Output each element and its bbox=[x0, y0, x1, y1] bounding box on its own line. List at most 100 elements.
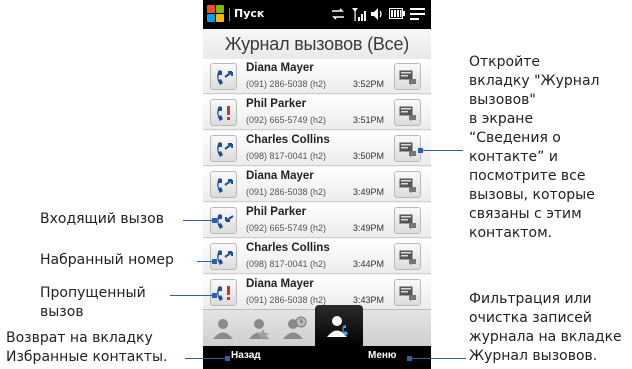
annotation-line: посмотрите все bbox=[469, 168, 586, 184]
tab-recent[interactable] bbox=[277, 310, 313, 347]
send-message-button[interactable] bbox=[394, 207, 421, 234]
annotation-back: Возврат на вкладку Избранные контакты. bbox=[6, 329, 167, 367]
annotation-line: вкладку "Журнал bbox=[469, 73, 600, 89]
send-message-button[interactable] bbox=[394, 279, 421, 306]
recent-icon bbox=[283, 316, 307, 339]
phone-screen: Пуск Журнал вызовов (Все) Diana Mayer (0… bbox=[203, 0, 431, 369]
phone-number: (091) 286-5038 (h2) bbox=[246, 79, 327, 89]
sync-icon bbox=[332, 8, 344, 20]
phone-number: (091) 286-5038 (h2) bbox=[246, 187, 327, 197]
contact-name: Phil Parker bbox=[246, 206, 307, 218]
annotation-line: контакте” и bbox=[469, 149, 558, 165]
callout-marker bbox=[212, 293, 217, 298]
annotation-missed: Пропущенный вызов bbox=[40, 284, 146, 322]
callout-marker bbox=[212, 259, 217, 264]
annotation-line: Фильтрация или bbox=[469, 291, 592, 307]
annotation-line: Откройте bbox=[469, 54, 540, 70]
phone-number: (092) 665-5749 (h2) bbox=[246, 115, 327, 125]
call-time: 3:44PM bbox=[353, 259, 385, 269]
tab-favorites[interactable] bbox=[241, 310, 277, 347]
tab-call-history[interactable] bbox=[315, 305, 363, 347]
tab-bar bbox=[203, 305, 431, 347]
volume-icon bbox=[371, 8, 382, 20]
annotation-line: связаны с этим bbox=[469, 206, 582, 222]
status-separator bbox=[229, 8, 230, 21]
annotation-line: Журнал вызовов. bbox=[469, 348, 598, 364]
callout-line bbox=[170, 295, 214, 296]
menu-softkey[interactable]: Меню bbox=[368, 350, 396, 361]
annotation-line: “Сведения о bbox=[469, 130, 561, 146]
contact-card-icon bbox=[213, 319, 233, 339]
annotation-line: Пропущенный bbox=[40, 285, 146, 301]
call-time: 3:52PM bbox=[353, 79, 385, 89]
callout-marker bbox=[407, 356, 412, 361]
annotation-line: очистка записей bbox=[469, 310, 592, 326]
annotation-line: вызовы, которые bbox=[469, 187, 595, 203]
call-time: 3:51PM bbox=[353, 115, 385, 125]
start-label[interactable]: Пуск bbox=[234, 7, 264, 20]
outgoing-call-icon[interactable] bbox=[210, 171, 237, 198]
call-time: 3:49PM bbox=[353, 223, 385, 233]
send-message-button[interactable] bbox=[394, 243, 421, 270]
phone-number: (092) 665-5749 (h2) bbox=[246, 223, 327, 233]
call-list-item[interactable]: Diana Mayer (091) 286-5038 (h2) 3:49PM bbox=[203, 167, 431, 202]
softkey-bar: Назад Меню bbox=[203, 346, 431, 369]
annotation-filter: Фильтрация или очистка записей журнала на … bbox=[469, 290, 622, 366]
contact-name: Diana Mayer bbox=[246, 62, 314, 74]
favorites-icon bbox=[249, 319, 269, 340]
call-history-list: Diana Mayer (091) 286-5038 (h2) 3:52PM P… bbox=[203, 59, 431, 309]
call-list-item[interactable]: Diana Mayer (091) 286-5038 (h2) 3:52PM bbox=[203, 59, 431, 94]
contact-name: Diana Mayer bbox=[246, 278, 314, 290]
annotation-line: контактом. bbox=[469, 225, 553, 241]
phone-number: (098) 817-0041 (h2) bbox=[246, 259, 327, 269]
call-time: 3:43PM bbox=[353, 295, 385, 305]
signal-icon bbox=[352, 8, 366, 21]
screen-title: Журнал вызовов (Все) bbox=[203, 29, 431, 59]
outgoing-call-icon[interactable] bbox=[210, 135, 237, 162]
annotation-open-call-history: Откройте вкладку "Журнал вызовов" в экране “… bbox=[469, 53, 599, 243]
start-button[interactable] bbox=[207, 5, 225, 23]
annotation-line: в экране bbox=[469, 111, 534, 127]
missed-call-icon[interactable] bbox=[210, 99, 237, 126]
outgoing-call-icon[interactable] bbox=[210, 243, 237, 270]
call-list-item[interactable]: Diana Mayer (091) 286-5038 (h2) 3:43PM bbox=[203, 275, 431, 309]
contact-name: Charles Collins bbox=[246, 242, 330, 254]
call-list-item[interactable]: Phil Parker (092) 665-5749 (h2) 3:51PM bbox=[203, 95, 431, 130]
contact-name: Charles Collins bbox=[246, 134, 330, 146]
status-bar: Пуск bbox=[203, 0, 431, 29]
contact-name: Phil Parker bbox=[246, 98, 307, 110]
call-history-icon bbox=[327, 316, 348, 337]
contact-name: Diana Mayer bbox=[246, 170, 314, 182]
annotation-line: вызов bbox=[40, 304, 84, 320]
battery-icon bbox=[389, 8, 405, 19]
callout-marker bbox=[212, 218, 217, 223]
annotation-dialed: Набранный номер bbox=[40, 252, 174, 268]
callout-line bbox=[421, 150, 463, 151]
menu-icon[interactable] bbox=[410, 7, 425, 21]
annotation-line: Возврат на вкладку bbox=[6, 330, 153, 346]
call-time: 3:50PM bbox=[353, 151, 385, 161]
annotation-line: Избранные контакты. bbox=[6, 349, 168, 365]
annotation-line: журнала на вкладке bbox=[469, 329, 622, 345]
call-list-item[interactable]: Charles Collins (098) 817-0041 (h2) 3:50… bbox=[203, 131, 431, 166]
send-message-button[interactable] bbox=[394, 99, 421, 126]
tab-contact-card[interactable] bbox=[205, 310, 241, 347]
call-list-item[interactable]: Phil Parker (092) 665-5749 (h2) 3:49PM bbox=[203, 203, 431, 238]
phone-number: (091) 286-5038 (h2) bbox=[246, 295, 327, 305]
callout-line bbox=[183, 220, 214, 221]
callout-marker bbox=[418, 148, 423, 153]
send-message-button[interactable] bbox=[394, 63, 421, 90]
phone-number: (098) 817-0041 (h2) bbox=[246, 151, 327, 161]
back-softkey[interactable]: Назад bbox=[231, 350, 261, 361]
callout-marker bbox=[225, 356, 230, 361]
annotation-line: вызовов" bbox=[469, 92, 536, 108]
call-time: 3:49PM bbox=[353, 187, 385, 197]
callout-line bbox=[411, 358, 466, 359]
windows-logo-icon bbox=[207, 5, 215, 13]
send-message-button[interactable] bbox=[394, 171, 421, 198]
callout-line bbox=[185, 358, 227, 359]
annotation-incoming: Входящий вызов bbox=[40, 211, 164, 227]
outgoing-call-icon[interactable] bbox=[210, 63, 237, 90]
call-list-item[interactable]: Charles Collins (098) 817-0041 (h2) 3:44… bbox=[203, 239, 431, 274]
send-message-button[interactable] bbox=[394, 135, 421, 162]
